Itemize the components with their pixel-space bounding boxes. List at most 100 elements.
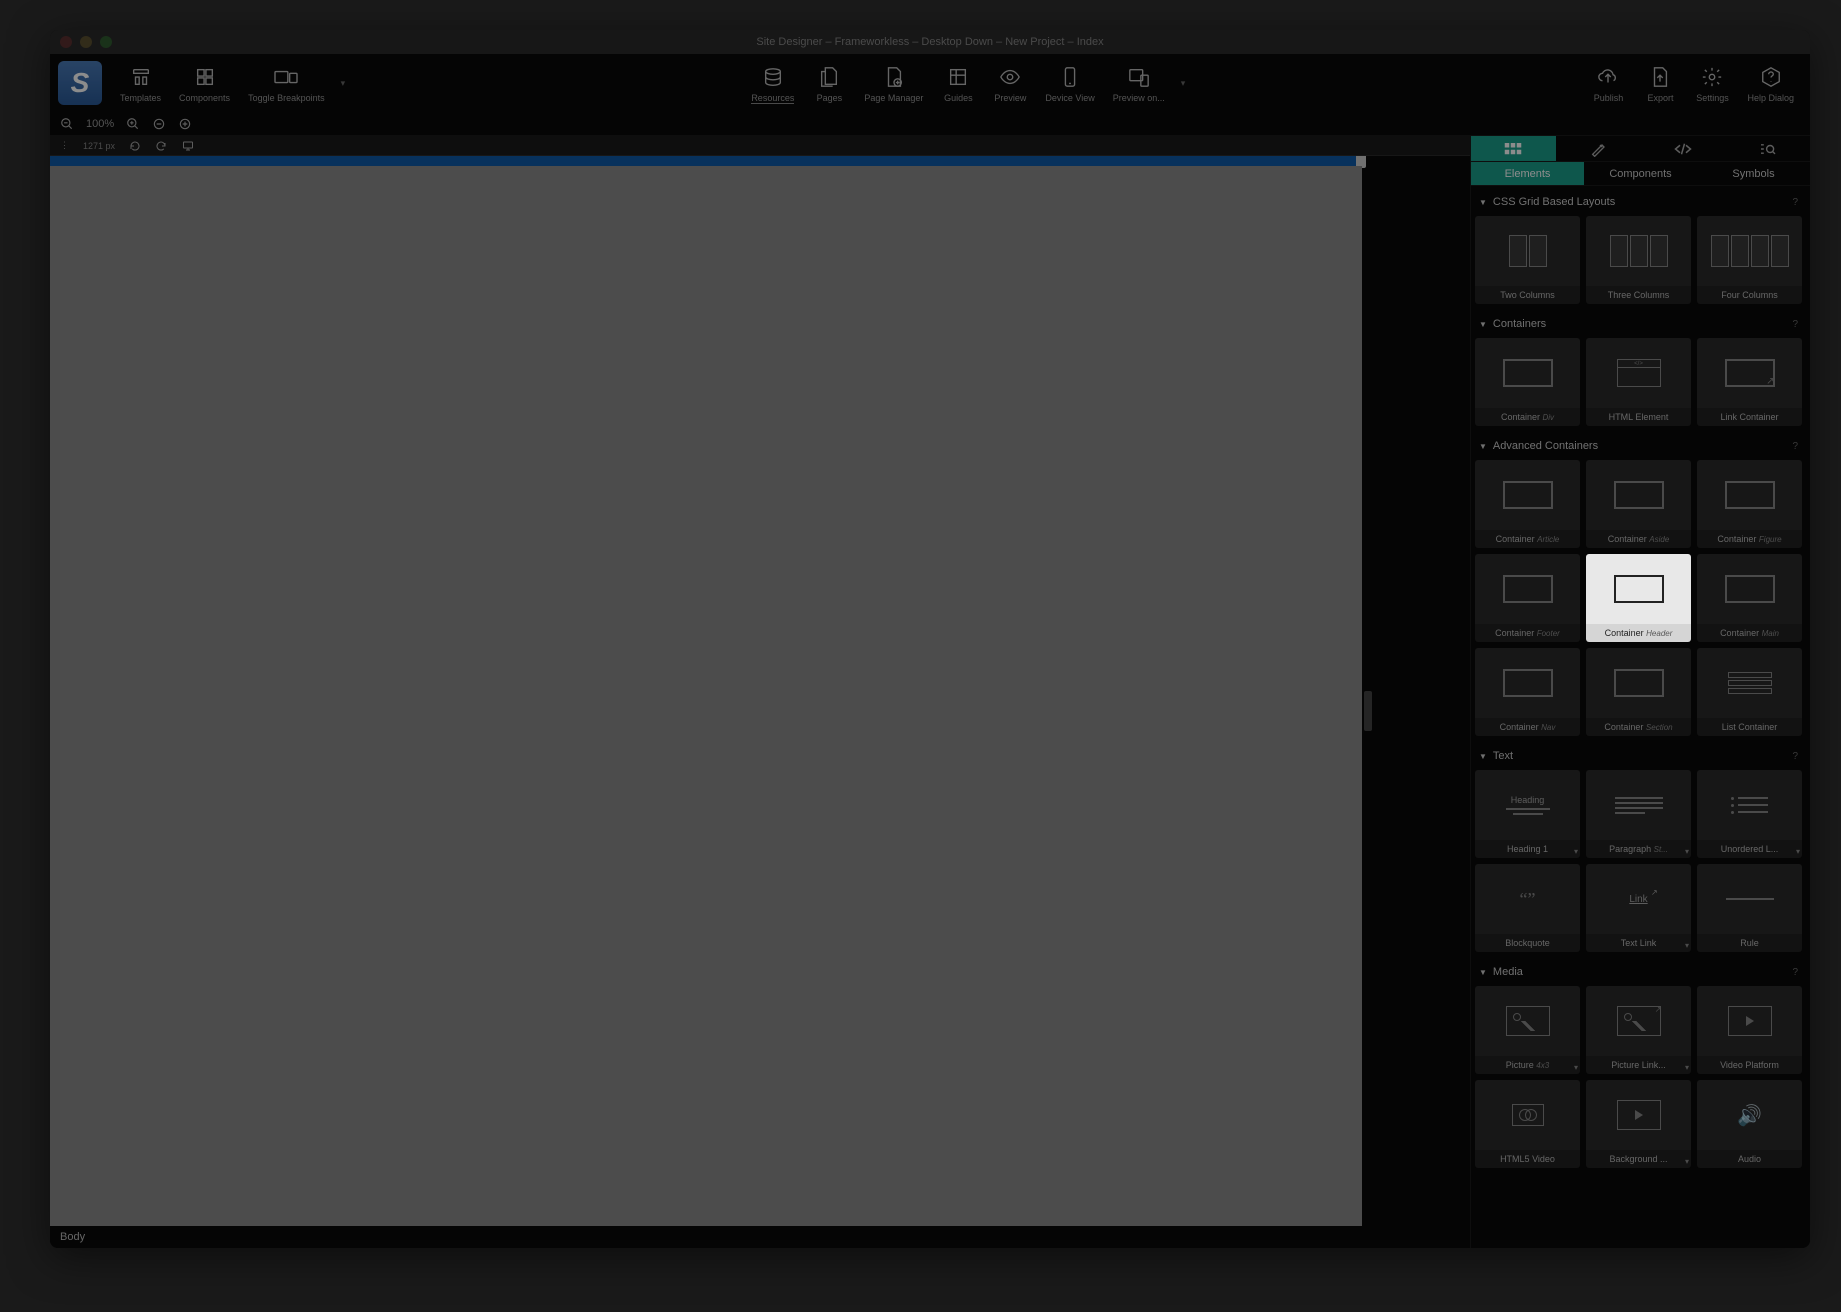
ruler-grip-icon[interactable]: ⋮ xyxy=(60,140,69,151)
tile-preview xyxy=(1586,216,1691,286)
help-icon[interactable]: ? xyxy=(1792,751,1798,762)
ruler-rotate-icon[interactable] xyxy=(129,140,141,152)
element-tile-container-section[interactable]: Container Section xyxy=(1586,648,1691,736)
element-tile-heading-1[interactable]: HeadingHeading 1▾ xyxy=(1475,770,1580,858)
settings-button[interactable]: Settings xyxy=(1687,59,1737,107)
zoom-out-icon[interactable] xyxy=(60,117,74,131)
element-tile-container-article[interactable]: Container Article xyxy=(1475,460,1580,548)
element-tile-picture-link-[interactable]: ↗Picture Link...▾ xyxy=(1586,986,1691,1074)
canvas-page[interactable] xyxy=(50,166,1362,1226)
tile-label: Container Nav xyxy=(1475,718,1580,736)
maximize-window-button[interactable] xyxy=(100,36,112,48)
element-tile-rule[interactable]: Rule xyxy=(1697,864,1802,952)
element-tile-link-container[interactable]: Link Container xyxy=(1697,338,1802,426)
element-tile-html-element[interactable]: </>HTML Element xyxy=(1586,338,1691,426)
tile-dropdown-icon[interactable]: ▾ xyxy=(1796,847,1800,856)
templates-button[interactable]: Templates xyxy=(112,59,169,107)
guides-button[interactable]: Guides xyxy=(933,59,983,107)
help-button[interactable]: Help Dialog xyxy=(1739,59,1802,107)
tile-label: Container Section xyxy=(1586,718,1691,736)
device-view-button[interactable]: Device View xyxy=(1037,59,1102,107)
publish-button[interactable]: Publish xyxy=(1583,59,1633,107)
section-media[interactable]: ▼Media? xyxy=(1475,960,1802,984)
help-icon[interactable]: ? xyxy=(1792,441,1798,452)
element-tile-blockquote[interactable]: “”Blockquote xyxy=(1475,864,1580,952)
tab-symbols[interactable]: Symbols xyxy=(1697,162,1810,185)
element-tile-container-nav[interactable]: Container Nav xyxy=(1475,648,1580,736)
element-tile-list-container[interactable]: List Container xyxy=(1697,648,1802,736)
help-icon[interactable]: ? xyxy=(1792,967,1798,978)
canvas-resize-handle[interactable] xyxy=(1364,691,1372,731)
ruler-refresh-icon[interactable] xyxy=(155,140,167,152)
help-icon[interactable]: ? xyxy=(1792,319,1798,330)
tile-dropdown-icon[interactable]: ▾ xyxy=(1685,847,1689,856)
element-tile-container-aside[interactable]: Container Aside xyxy=(1586,460,1691,548)
tile-preview: “” xyxy=(1475,864,1580,934)
tile-dropdown-icon[interactable]: ▾ xyxy=(1685,1063,1689,1072)
tile-dropdown-icon[interactable]: ▾ xyxy=(1685,1157,1689,1166)
section-css-grid[interactable]: ▼CSS Grid Based Layouts? xyxy=(1475,190,1802,214)
canvas-stage[interactable] xyxy=(50,156,1362,1226)
tile-label: Paragraph St... xyxy=(1586,840,1691,858)
tile-dropdown-icon[interactable]: ▾ xyxy=(1685,941,1689,950)
page-manager-button[interactable]: Page Manager xyxy=(856,59,931,107)
tab-elements[interactable]: Elements xyxy=(1471,162,1584,185)
mode-code-button[interactable] xyxy=(1641,136,1726,161)
preview-icon xyxy=(998,63,1022,91)
canvas-width-label: 1271 px xyxy=(83,141,115,151)
zoom-reset-icon[interactable] xyxy=(178,117,192,131)
tile-dropdown-icon[interactable]: ▾ xyxy=(1574,847,1578,856)
tile-preview: Link xyxy=(1586,864,1691,934)
breadcrumb[interactable]: Body xyxy=(60,1231,85,1243)
mode-search-button[interactable] xyxy=(1725,136,1810,161)
canvas-top-breakpoint-bar[interactable] xyxy=(50,156,1362,166)
element-tile-two-columns[interactable]: Two Columns xyxy=(1475,216,1580,304)
minimize-window-button[interactable] xyxy=(80,36,92,48)
element-tile-paragraph-st-[interactable]: Paragraph St...▾ xyxy=(1586,770,1691,858)
section-containers[interactable]: ▼Containers? xyxy=(1475,312,1802,336)
element-tile-unordered-l-[interactable]: Unordered L...▾ xyxy=(1697,770,1802,858)
zoom-fit-icon[interactable] xyxy=(152,117,166,131)
tile-preview xyxy=(1586,770,1691,840)
tile-preview xyxy=(1586,648,1691,718)
ruler-display-icon[interactable] xyxy=(181,140,195,152)
components-button[interactable]: Components xyxy=(171,59,238,107)
pages-button[interactable]: Pages xyxy=(804,59,854,107)
resources-button[interactable]: Resources xyxy=(743,59,802,108)
tile-dropdown-icon[interactable]: ▾ xyxy=(1574,1063,1578,1072)
mode-elements-button[interactable] xyxy=(1471,136,1556,161)
export-icon xyxy=(1649,63,1671,91)
close-window-button[interactable] xyxy=(60,36,72,48)
mode-styles-button[interactable] xyxy=(1556,136,1641,161)
tile-label: Video Platform xyxy=(1697,1056,1802,1074)
export-button[interactable]: Export xyxy=(1635,59,1685,107)
preview-button[interactable]: Preview xyxy=(985,59,1035,107)
element-tile-four-columns[interactable]: Four Columns xyxy=(1697,216,1802,304)
preview-on-button[interactable]: Preview on... xyxy=(1105,59,1173,107)
element-tile-picture-4x3[interactable]: Picture 4x3▾ xyxy=(1475,986,1580,1074)
element-tile-video-platform[interactable]: Video Platform xyxy=(1697,986,1802,1074)
tile-label: Container Aside xyxy=(1586,530,1691,548)
main-toolbar: S Templates Components Toggle Breakpoint… xyxy=(50,54,1810,112)
toggle-breakpoints-button[interactable]: Toggle Breakpoints xyxy=(240,59,333,107)
help-icon[interactable]: ? xyxy=(1792,197,1798,208)
section-text[interactable]: ▼Text? xyxy=(1475,744,1802,768)
section-advanced-containers[interactable]: ▼Advanced Containers? xyxy=(1475,434,1802,458)
element-tile-container-header[interactable]: Container Header xyxy=(1586,554,1691,642)
zoom-in-icon[interactable] xyxy=(126,117,140,131)
element-tile-background-[interactable]: Background ...▾ xyxy=(1586,1080,1691,1168)
element-tile-container-footer[interactable]: Container Footer xyxy=(1475,554,1580,642)
element-tile-container-figure[interactable]: Container Figure xyxy=(1697,460,1802,548)
toolbar-dropdown-2[interactable]: ▾ xyxy=(1175,78,1192,89)
element-tile-audio[interactable]: 🔊Audio xyxy=(1697,1080,1802,1168)
toolbar-dropdown-1[interactable]: ▾ xyxy=(335,78,352,89)
element-tile-three-columns[interactable]: Three Columns xyxy=(1586,216,1691,304)
tab-components[interactable]: Components xyxy=(1584,162,1697,185)
element-tile-text-link[interactable]: LinkText Link▾ xyxy=(1586,864,1691,952)
tile-preview: ↗ xyxy=(1586,986,1691,1056)
element-tile-container-div[interactable]: Container Div xyxy=(1475,338,1580,426)
element-tile-html5-video[interactable]: HTML5 Video xyxy=(1475,1080,1580,1168)
status-footer: Body xyxy=(50,1226,1470,1248)
tile-label: Container Div xyxy=(1475,408,1580,426)
element-tile-container-main[interactable]: Container Main xyxy=(1697,554,1802,642)
